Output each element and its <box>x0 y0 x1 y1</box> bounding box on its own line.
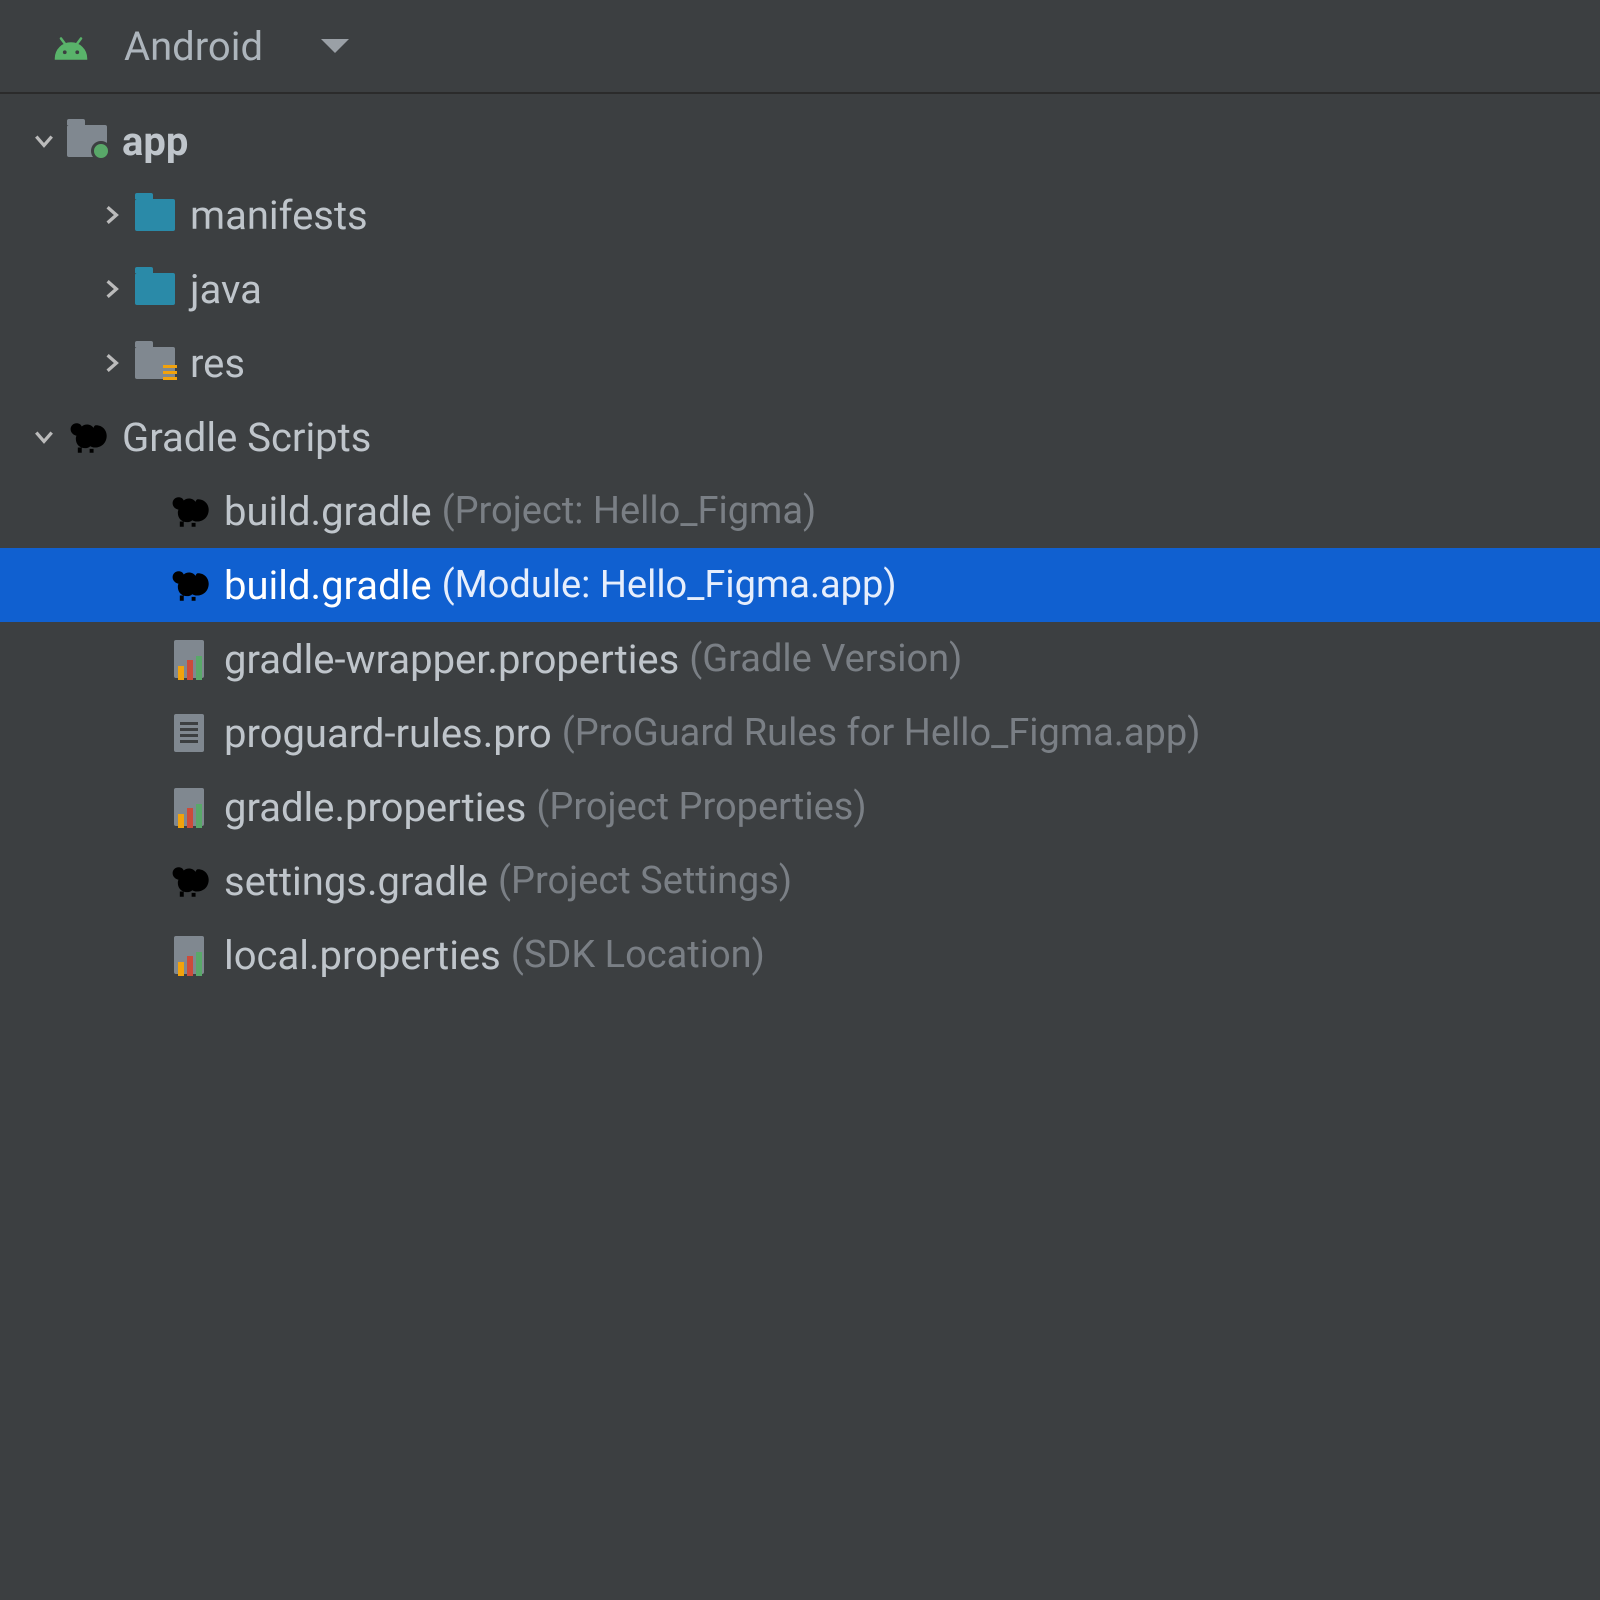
properties-file-icon <box>166 786 212 828</box>
tree-node-gradle-file[interactable]: build.gradle(Project: Hello_Figma) <box>0 474 1600 548</box>
file-name: build.gradle <box>224 562 432 609</box>
tree-label: manifests <box>190 192 368 239</box>
chevron-right-icon[interactable] <box>92 278 132 300</box>
file-hint: (Project Properties) <box>536 785 866 829</box>
folder-icon <box>132 194 178 236</box>
file-hint: (Gradle Version) <box>689 637 962 681</box>
tree-node-gradle-file[interactable]: gradle-wrapper.properties(Gradle Version… <box>0 622 1600 696</box>
tree-node-manifests[interactable]: manifests <box>0 178 1600 252</box>
file-name: build.gradle <box>224 488 432 535</box>
file-hint: (ProGuard Rules for Hello_Figma.app) <box>562 711 1201 755</box>
folder-icon <box>132 268 178 310</box>
chevron-down-icon[interactable] <box>24 130 64 152</box>
file-icon <box>166 712 212 754</box>
gradle-icon <box>166 860 212 902</box>
gradle-icon <box>64 416 110 458</box>
resources-folder-icon <box>132 342 178 384</box>
properties-file-icon <box>166 638 212 680</box>
tree-node-java[interactable]: java <box>0 252 1600 326</box>
file-name: gradle.properties <box>224 784 526 831</box>
chevron-right-icon[interactable] <box>92 352 132 374</box>
file-hint: (SDK Location) <box>511 933 765 977</box>
tree-node-gradle-file[interactable]: gradle.properties(Project Properties) <box>0 770 1600 844</box>
tree-label: Gradle Scripts <box>122 414 371 461</box>
file-hint: (Project: Hello_Figma) <box>442 489 817 533</box>
tree-label: app <box>122 118 188 165</box>
file-name: local.properties <box>224 932 501 979</box>
tree-node-gradle-scripts[interactable]: Gradle Scripts <box>0 400 1600 474</box>
tree-node-res[interactable]: res <box>0 326 1600 400</box>
tree-node-gradle-file[interactable]: local.properties(SDK Location) <box>0 918 1600 992</box>
view-mode-label: Android <box>124 23 263 70</box>
tree-node-gradle-file[interactable]: settings.gradle(Project Settings) <box>0 844 1600 918</box>
chevron-down-icon[interactable] <box>24 426 64 448</box>
tree-label: java <box>190 266 262 313</box>
file-hint: (Project Settings) <box>498 859 792 903</box>
tree-node-app[interactable]: app <box>0 104 1600 178</box>
project-tree: app manifests java res Gradle Scripts bu… <box>0 94 1600 992</box>
chevron-right-icon[interactable] <box>92 204 132 226</box>
gradle-icon <box>166 564 212 606</box>
file-name: proguard-rules.pro <box>224 710 552 757</box>
file-hint: (Module: Hello_Figma.app) <box>442 563 897 607</box>
project-view-header[interactable]: Android <box>0 0 1600 94</box>
chevron-down-icon[interactable] <box>321 39 349 53</box>
properties-file-icon <box>166 934 212 976</box>
gradle-icon <box>166 490 212 532</box>
file-name: gradle-wrapper.properties <box>224 636 679 683</box>
tree-node-gradle-file[interactable]: build.gradle(Module: Hello_Figma.app) <box>0 548 1600 622</box>
module-folder-icon <box>64 120 110 162</box>
file-name: settings.gradle <box>224 858 488 905</box>
android-icon <box>48 25 94 67</box>
tree-node-gradle-file[interactable]: proguard-rules.pro(ProGuard Rules for He… <box>0 696 1600 770</box>
tree-label: res <box>190 340 245 387</box>
